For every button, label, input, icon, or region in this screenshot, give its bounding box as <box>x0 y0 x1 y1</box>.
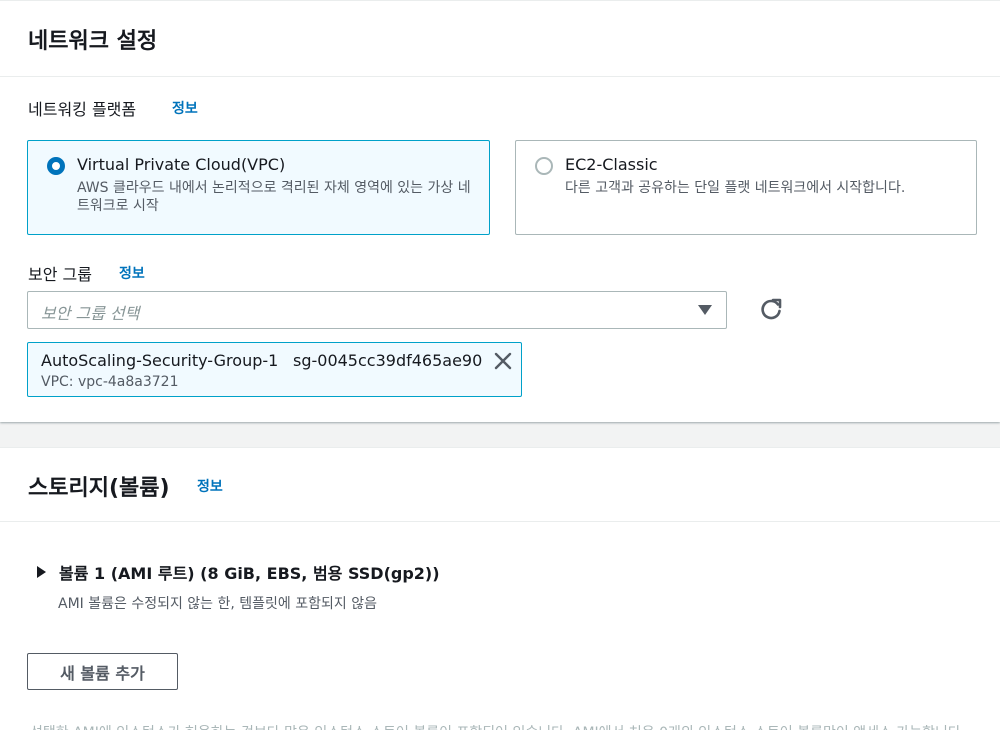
vpc-option-description: AWS 클라우드 내에서 논리적으로 격리된 자체 영역에 있는 가상 네트워크… <box>77 180 471 214</box>
close-icon[interactable] <box>493 351 513 371</box>
security-group-info-link[interactable]: 정보 <box>119 263 145 283</box>
network-settings-header: 네트워크 설정 <box>0 1 1000 77</box>
instance-store-footnote: 선택한 AMI에 인스턴스가 허용하는 것보다 많은 인스턴스 스토어 볼륨이 … <box>30 722 965 730</box>
caret-down-icon <box>698 305 712 315</box>
storage-info-link[interactable]: 정보 <box>197 476 223 496</box>
vpc-option-title: Virtual Private Cloud(VPC) <box>77 155 286 174</box>
security-group-label: 보안 그룹 <box>28 265 92 284</box>
network-settings-title: 네트워크 설정 <box>28 29 158 54</box>
security-group-token: AutoScaling-Security-Group-1 sg-0045cc39… <box>27 342 522 397</box>
security-group-select-placeholder: 보안 그룹 선택 <box>41 304 140 323</box>
caret-right-icon <box>37 566 46 578</box>
storage-header: 스토리지(볼륨) 정보 <box>0 448 1000 522</box>
security-group-select[interactable]: 보안 그룹 선택 <box>27 291 727 329</box>
refresh-icon[interactable] <box>756 296 786 324</box>
security-group-token-name: AutoScaling-Security-Group-1 <box>41 351 279 370</box>
networking-platform-info-link[interactable]: 정보 <box>172 98 198 118</box>
storage-title: 스토리지(볼륨) <box>28 476 170 501</box>
ec2-classic-option-description: 다른 고객과 공유하는 단일 플랫 네트워크에서 시작합니다. <box>565 180 906 196</box>
security-group-token-id: sg-0045cc39df465ae90 <box>293 351 483 370</box>
networking-platform-label: 네트워킹 플랫폼 <box>28 100 137 119</box>
ec2-classic-option-tile[interactable]: EC2-Classic 다른 고객과 공유하는 단일 플랫 네트워크에서 시작합… <box>515 140 977 235</box>
vpc-radio-button[interactable] <box>47 157 65 175</box>
security-group-token-vpc: VPC: vpc-4a8a3721 <box>41 374 179 390</box>
vpc-option-tile[interactable]: Virtual Private Cloud(VPC) AWS 클라우드 내에서 … <box>27 140 490 235</box>
add-new-volume-button[interactable]: 새 볼륨 추가 <box>27 653 178 690</box>
network-settings-panel: 네트워크 설정 네트워킹 플랫폼 정보 Virtual Private Clou… <box>0 0 1000 422</box>
volume-1-description: AMI 볼륨은 수정되지 않는 한, 템플릿에 포함되지 않음 <box>58 596 377 612</box>
ec2-classic-option-title: EC2-Classic <box>565 155 658 174</box>
volume-1-title: 볼륨 1 (AMI 루트) (8 GiB, EBS, 범용 SSD(gp2)) <box>59 564 440 583</box>
ec2-classic-radio-button[interactable] <box>535 157 553 175</box>
